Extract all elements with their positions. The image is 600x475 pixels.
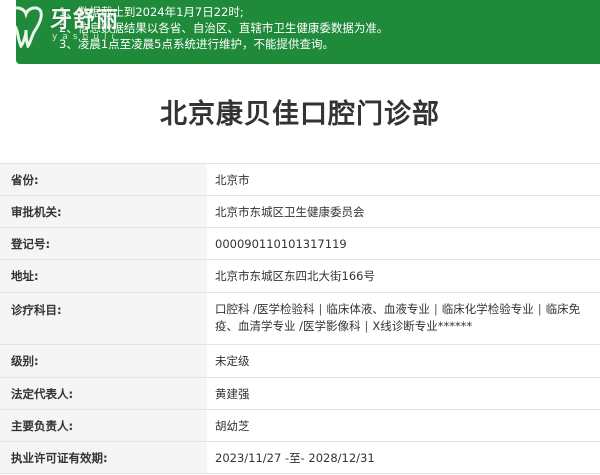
table-row-departments: 诊疗科目: 口腔科 /医学检验科 | 临床体液、血液专业 | 临床化学检验专业 | 临床免疫…: [0, 293, 600, 345]
license-validity-label: 执业许可证有效期:: [0, 442, 207, 473]
approval-value: 北京市东城区卫生健康委员会: [207, 196, 600, 227]
departments-value: 口腔科 /医学检验科 | 临床体液、血液专业 | 临床化学检验专业 | 临床免疫、血清学专业…: [207, 293, 600, 344]
principal-label: 主要负责人:: [0, 410, 207, 441]
notice-line-1: 1、数据截止到2024年1月7日22时;: [59, 5, 244, 19]
department-item: 临床体液、血液专业: [326, 302, 430, 316]
separator: |: [537, 302, 542, 316]
license-validity-value: 2023/11/27 -至- 2028/12/31: [207, 442, 600, 473]
department-item: 口腔科 /医学检验科: [215, 302, 315, 316]
legal-rep-value: 黄建强: [207, 378, 600, 409]
province-label: 省份:: [0, 164, 207, 195]
registration-value: 000090110101317119: [207, 228, 600, 259]
level-label: 级别:: [0, 345, 207, 377]
table-row-approval: 审批机关: 北京市东城区卫生健康委员会: [0, 196, 600, 228]
legal-rep-label: 法定代表人:: [0, 378, 207, 409]
separator: |: [318, 302, 323, 316]
department-item: 临床化学检验专业: [441, 302, 534, 316]
departments-label: 诊疗科目:: [0, 293, 207, 344]
registration-label: 登记号:: [0, 228, 207, 259]
page-title: 北京康贝佳口腔门诊部: [160, 99, 440, 130]
department-item: X线诊断专业******: [372, 319, 473, 333]
notice-line-2: 2、信息数据结果以各省、自治区、直辖市卫生健康委数据为准。: [59, 21, 389, 35]
table-row-license-validity: 执业许可证有效期: 2023/11/27 -至- 2028/12/31: [0, 442, 600, 474]
info-table: 省份: 北京市 审批机关: 北京市东城区卫生健康委员会 登记号: 0000901…: [0, 163, 600, 474]
approval-label: 审批机关:: [0, 196, 207, 227]
separator: |: [433, 302, 438, 316]
notice-banner: 1、数据截止到2024年1月7日22时; 2、信息数据结果以各省、自治区、直辖市…: [16, 0, 600, 64]
principal-value: 胡幼芝: [207, 410, 600, 441]
table-row-principal: 主要负责人: 胡幼芝: [0, 410, 600, 442]
table-row-province: 省份: 北京市: [0, 164, 600, 196]
address-label: 地址:: [0, 260, 207, 292]
separator: |: [364, 319, 369, 333]
table-row-legal-rep: 法定代表人: 黄建强: [0, 378, 600, 410]
level-value: 未定级: [207, 345, 600, 377]
table-row-level: 级别: 未定级: [0, 345, 600, 378]
address-value: 北京市东城区东四北大街166号: [207, 260, 600, 292]
table-row-address: 地址: 北京市东城区东四北大街166号: [0, 260, 600, 293]
notice-line-3: 3、凌晨1点至凌晨5点系统进行维护，不能提供查询。: [59, 37, 334, 51]
province-value: 北京市: [207, 164, 600, 195]
departments-text: 口腔科 /医学检验科 | 临床体液、血液专业 | 临床化学检验专业 | 临床免疫、血清学专业…: [215, 301, 596, 335]
table-row-registration: 登记号: 000090110101317119: [0, 228, 600, 260]
